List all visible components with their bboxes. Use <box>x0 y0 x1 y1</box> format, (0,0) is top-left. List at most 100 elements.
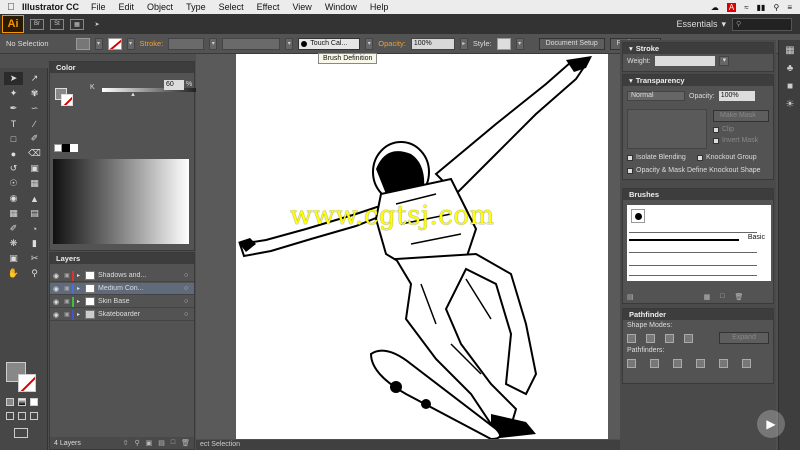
isolate-blending-checkbox[interactable]: Isolate Blending <box>627 154 686 161</box>
variable-width-field[interactable] <box>222 37 281 50</box>
search-icon[interactable]: ⚲ <box>773 3 779 12</box>
stroke-color-swatch[interactable] <box>18 374 36 392</box>
k-value-field[interactable]: 60 <box>164 80 184 90</box>
apple-icon[interactable]:  <box>0 2 22 13</box>
new-layer-icon[interactable]: □ <box>171 439 175 447</box>
fill-dropdown-icon[interactable]: ▾ <box>94 37 103 50</box>
line-tool-icon[interactable]: ∕ <box>25 117 44 130</box>
eyedropper-tool-icon[interactable]: ✐ <box>4 222 23 235</box>
blend-mode-dropdown[interactable]: Normal <box>627 91 685 101</box>
artboard-tool-icon[interactable]: ▣ <box>4 252 23 265</box>
stock-button[interactable]: St <box>50 18 64 30</box>
draw-inside-icon[interactable] <box>30 412 38 420</box>
layer-name[interactable]: Skateboarder <box>98 311 184 318</box>
style-swatch[interactable] <box>496 37 511 50</box>
appearance-icon[interactable]: ☀ <box>783 98 797 112</box>
clipping-mask-icon[interactable]: ▣ <box>146 439 153 447</box>
shape-builder-tool-icon[interactable]: ◉ <box>4 192 23 205</box>
selection-tool-icon[interactable]: ➤ <box>4 72 23 85</box>
adobe-icon[interactable]: A <box>726 2 737 12</box>
opacity-dropdown-icon[interactable]: ▸ <box>459 37 468 50</box>
video-play-icon[interactable]: ▶ <box>757 410 785 438</box>
clip-checkbox[interactable]: Clip <box>713 126 734 133</box>
menu-view[interactable]: View <box>292 2 311 12</box>
target-circle-icon[interactable]: ○ <box>184 311 194 318</box>
invert-mask-checkbox[interactable]: Invert Mask <box>713 137 758 144</box>
column-graph-tool-icon[interactable]: ▮ <box>25 237 44 250</box>
menu-type[interactable]: Type <box>186 2 206 12</box>
delete-layer-icon[interactable]: 🗑 <box>181 439 190 447</box>
merge-icon[interactable] <box>673 358 682 368</box>
variable-width-dropdown-icon[interactable]: ▾ <box>285 37 294 50</box>
visibility-eye-icon[interactable]: ◉ <box>50 298 62 306</box>
brush-line[interactable] <box>629 275 757 276</box>
menu-edit[interactable]: Edit <box>119 2 135 12</box>
shaper-tool-icon[interactable]: ● <box>4 147 23 160</box>
locate-object-icon[interactable]: ⚲ <box>134 439 139 447</box>
document-setup-button[interactable]: Document Setup <box>538 37 605 50</box>
brushes-panel-header[interactable]: Brushes <box>623 189 773 200</box>
workspace-switcher[interactable]: Essentials ▾ <box>676 19 726 30</box>
blend-tool-icon[interactable]: ◔ <box>25 222 44 235</box>
curvature-tool-icon[interactable]: ∽ <box>25 102 44 115</box>
layers-panel-tab[interactable]: Layers <box>50 253 194 264</box>
eraser-tool-icon[interactable]: ⌫ <box>25 147 44 160</box>
menu-help[interactable]: Help <box>370 2 389 12</box>
none-icon[interactable] <box>30 398 38 406</box>
expand-triangle-icon[interactable]: ▸ <box>77 272 85 279</box>
pathfinder-panel-header[interactable]: Pathfinder <box>623 309 773 320</box>
brush-line[interactable] <box>629 239 739 241</box>
expand-triangle-icon[interactable]: ▸ <box>77 298 85 305</box>
color-icon[interactable] <box>6 398 14 406</box>
fill-swatch[interactable] <box>75 37 90 50</box>
draw-behind-icon[interactable] <box>18 412 26 420</box>
layer-row[interactable]: ◉ ▣ ▸ Skin Base ○ <box>50 296 194 308</box>
delete-brush-icon[interactable]: 🗑 <box>734 293 743 301</box>
brush-library-icon[interactable]: ▤ <box>627 293 634 301</box>
lasso-tool-icon[interactable]: ✾ <box>25 87 44 100</box>
target-circle-icon[interactable]: ○ <box>184 285 194 292</box>
divide-icon[interactable] <box>627 358 636 368</box>
menu-select[interactable]: Select <box>219 2 244 12</box>
outline-icon[interactable] <box>719 358 728 368</box>
crop-icon[interactable] <box>696 358 705 368</box>
lock-icon[interactable]: ▣ <box>62 311 72 318</box>
app-menu[interactable]: Illustrator CC <box>22 2 79 12</box>
color-panel-tab[interactable]: Color <box>50 62 194 73</box>
stroke-label[interactable]: Stroke: <box>140 39 164 48</box>
layer-name[interactable]: Shadows and... <box>98 272 184 279</box>
minus-back-icon[interactable] <box>742 358 751 368</box>
type-tool-icon[interactable]: T <box>4 117 23 130</box>
target-circle-icon[interactable]: ○ <box>184 298 194 305</box>
new-sublayer-icon[interactable]: ▤ <box>158 439 165 447</box>
graphic-styles-icon[interactable]: ■ <box>783 80 797 94</box>
brush-line[interactable] <box>629 252 757 253</box>
unite-icon[interactable] <box>627 333 636 343</box>
visibility-eye-icon[interactable]: ◉ <box>50 311 62 319</box>
menu-window[interactable]: Window <box>325 2 357 12</box>
opacity-field[interactable]: 100% <box>718 91 755 101</box>
opacity-field[interactable]: 100% <box>410 37 455 50</box>
layer-row[interactable]: ◉ ▣ ▸ Shadows and... ○ <box>50 270 194 282</box>
swatches-icon[interactable]: ▦ <box>783 44 797 58</box>
brush-dropdown-icon[interactable]: ▾ <box>365 37 374 50</box>
brush-line[interactable] <box>629 265 757 266</box>
width-tool-icon[interactable]: ☉ <box>4 177 23 190</box>
pen-tool-icon[interactable]: ✒ <box>4 102 23 115</box>
help-search-input[interactable]: ⚲ <box>732 17 792 31</box>
weight-dropdown[interactable]: ▾ <box>718 56 729 66</box>
brush-definition-dropdown[interactable]: Touch Cal... <box>298 37 361 50</box>
make-mask-button[interactable]: Make Mask <box>713 110 769 122</box>
lock-icon[interactable]: ▣ <box>62 272 72 279</box>
rectangle-tool-icon[interactable]: □ <box>4 132 23 145</box>
gpu-icon[interactable]: ➤ <box>90 19 104 30</box>
k-slider-thumb-icon[interactable]: ▲ <box>130 92 136 98</box>
black-swatch[interactable] <box>62 144 70 152</box>
k-slider[interactable] <box>102 88 210 92</box>
magic-wand-tool-icon[interactable]: ✦ <box>4 87 23 100</box>
skateboarder-artwork[interactable] <box>236 54 608 439</box>
transparency-panel-header[interactable]: ▾ Transparency <box>623 75 773 86</box>
brush-options-icon[interactable]: ▦ <box>704 293 711 301</box>
lock-icon[interactable]: ▣ <box>62 285 72 292</box>
stroke-weight-field[interactable] <box>168 37 205 50</box>
